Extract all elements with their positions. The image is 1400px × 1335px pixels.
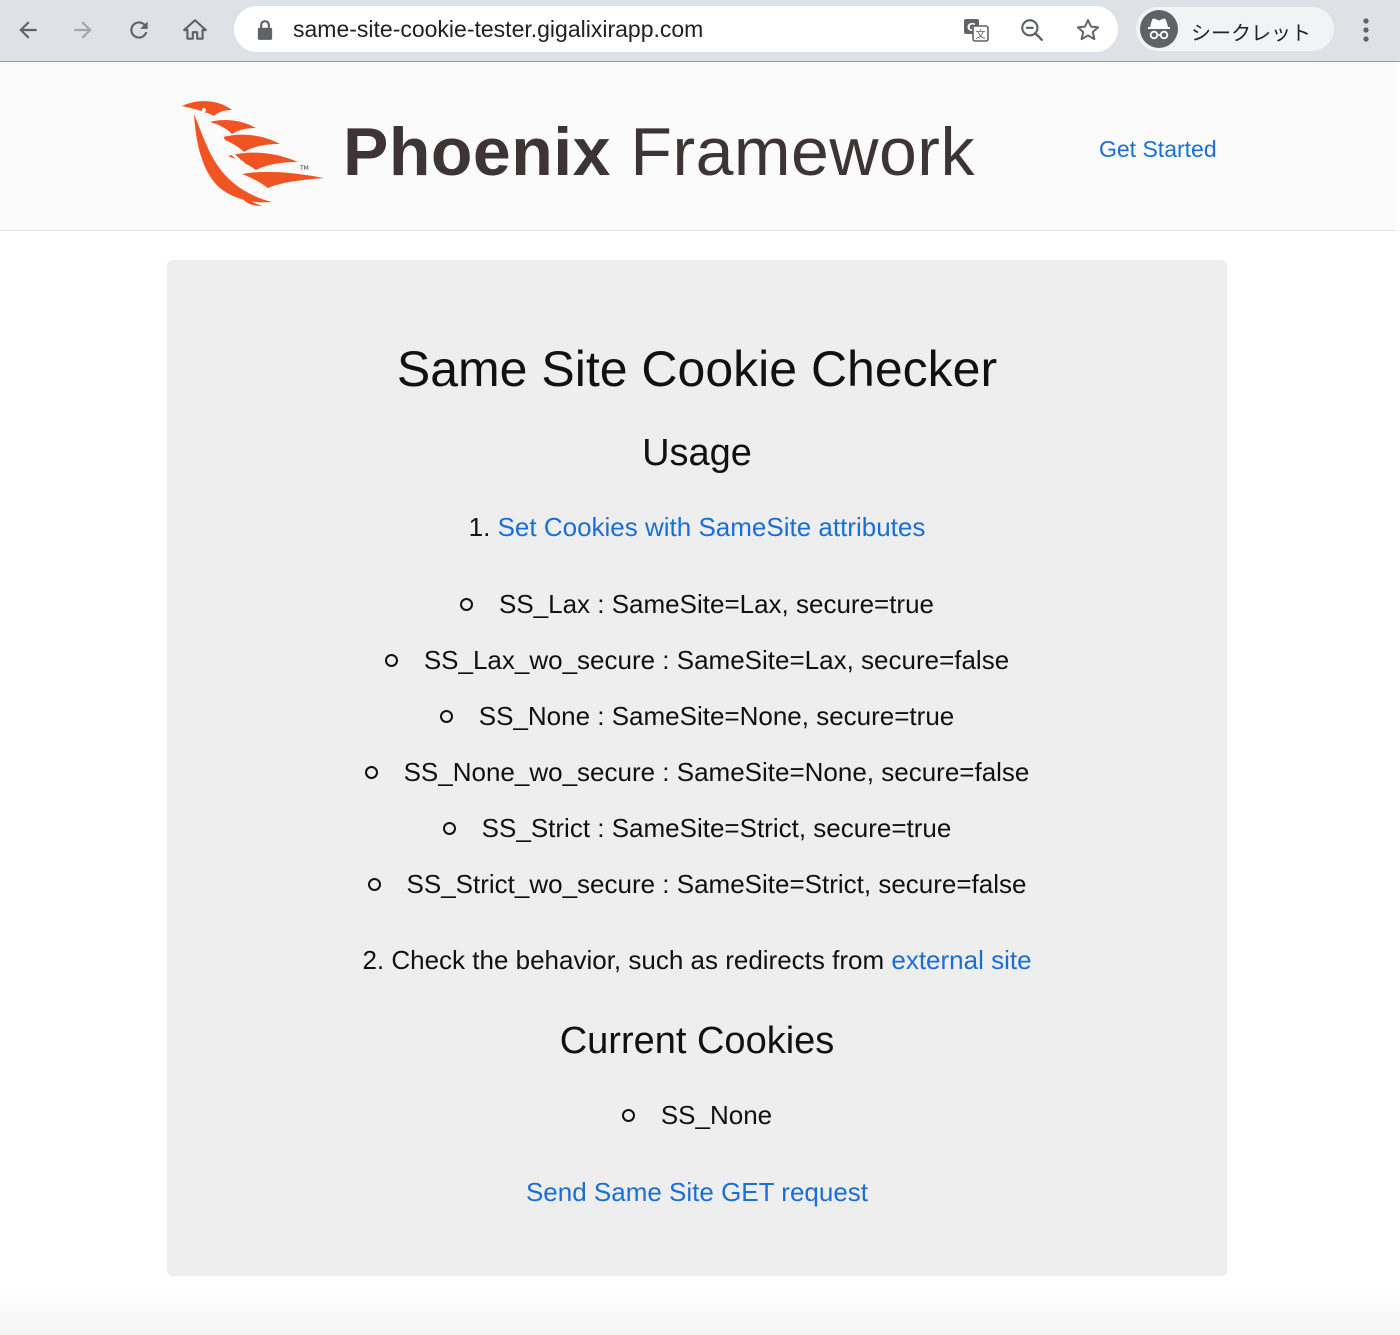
step-1-number: 1. xyxy=(468,512,491,542)
home-button[interactable] xyxy=(175,8,215,52)
phoenix-bird-icon: TM xyxy=(182,101,324,206)
set-cookies-link[interactable]: Set Cookies with SameSite attributes xyxy=(498,512,926,542)
incognito-label: シークレット xyxy=(1191,21,1311,45)
list-item: SS_Lax : SameSite=Lax, secure=true xyxy=(167,588,1227,620)
phoenix-logo[interactable]: TM Phoenix Framework xyxy=(180,98,974,208)
usage-heading: Usage xyxy=(642,432,752,474)
step-2: 2. Check the behavior, such as redirects… xyxy=(167,944,1227,976)
incognito-badge[interactable]: シークレット xyxy=(1136,7,1334,51)
address-bar[interactable]: same-site-cookie-tester.gigalixirapp.com… xyxy=(234,6,1118,52)
page-title: Same Site Cookie Checker xyxy=(396,341,998,397)
url-text[interactable]: same-site-cookie-tester.gigalixirapp.com xyxy=(293,16,703,42)
cookie-option-text: SS_None_wo_secure : SameSite=None, secur… xyxy=(403,757,1030,787)
cookie-option-text: SS_None : SameSite=None, secure=true xyxy=(478,701,955,731)
svg-text:文: 文 xyxy=(976,28,986,41)
arrow-left-icon xyxy=(19,21,37,39)
list-item: SS_Strict_wo_secure : SameSite=Strict, s… xyxy=(167,868,1227,900)
reload-button[interactable] xyxy=(119,8,159,52)
list-item: SS_Lax_wo_secure : SameSite=Lax, secure=… xyxy=(167,644,1227,676)
translate-icon: G 文 xyxy=(964,19,989,42)
bookmark-button[interactable] xyxy=(1073,15,1103,45)
svg-text:TM: TM xyxy=(299,165,309,172)
step-1: 1. Set Cookies with SameSite attributes xyxy=(167,511,1227,543)
cookie-option-text: SS_Strict : SameSite=Strict, secure=true xyxy=(481,813,952,843)
get-started-link[interactable]: Get Started xyxy=(1099,136,1217,163)
zoom-button[interactable] xyxy=(1017,15,1047,45)
current-cookie-text: SS_None xyxy=(660,1100,773,1130)
cookie-option-text: SS_Lax : SameSite=Lax, secure=true xyxy=(498,589,935,619)
home-icon xyxy=(183,19,207,40)
back-button[interactable] xyxy=(8,8,48,52)
logo-regular-text: Framework xyxy=(630,114,975,190)
send-request-row: Send Same Site GET request xyxy=(167,1176,1227,1208)
browser-toolbar: same-site-cookie-tester.gigalixirapp.com… xyxy=(0,0,1400,62)
logo-wordmark: Phoenix Framework xyxy=(343,112,975,192)
bullet-icon xyxy=(367,877,381,891)
browser-menu-button[interactable] xyxy=(1352,12,1380,48)
page-footer-area xyxy=(0,1290,1400,1335)
lock-icon xyxy=(257,20,273,40)
current-cookies-heading: Current Cookies xyxy=(559,1020,835,1062)
list-item: SS_None : SameSite=None, secure=true xyxy=(167,700,1227,732)
content-card: Same Site Cookie Checker Usage 1. Set Co… xyxy=(167,260,1227,1275)
list-item: SS_None xyxy=(167,1099,1227,1131)
reload-icon xyxy=(130,21,148,39)
site-header: TM Phoenix Framework Get Started xyxy=(0,62,1396,231)
bullet-icon xyxy=(459,597,473,611)
bullet-icon xyxy=(384,653,398,667)
more-vert-icon xyxy=(1363,18,1369,42)
list-item: SS_Strict : SameSite=Strict, secure=true xyxy=(167,812,1227,844)
zoom-out-icon xyxy=(1021,19,1043,41)
forward-button[interactable] xyxy=(63,8,103,52)
step-2-text: 2. Check the behavior, such as redirects… xyxy=(362,945,885,975)
cookie-option-text: SS_Strict_wo_secure : SameSite=Strict, s… xyxy=(406,869,1027,899)
translate-button[interactable]: G 文 xyxy=(961,15,991,45)
bullet-icon xyxy=(364,765,378,779)
logo-bold-text: Phoenix xyxy=(343,114,611,190)
bullet-icon xyxy=(621,1108,635,1122)
bullet-icon xyxy=(439,709,453,723)
send-get-request-link[interactable]: Send Same Site GET request xyxy=(526,1177,868,1207)
arrow-right-icon xyxy=(74,21,92,39)
incognito-icon xyxy=(1140,10,1178,48)
bullet-icon xyxy=(442,821,456,835)
list-item: SS_None_wo_secure : SameSite=None, secur… xyxy=(167,756,1227,788)
star-icon xyxy=(1076,19,1100,41)
external-site-link[interactable]: external site xyxy=(891,945,1031,975)
cookie-option-text: SS_Lax_wo_secure : SameSite=Lax, secure=… xyxy=(423,645,1010,675)
